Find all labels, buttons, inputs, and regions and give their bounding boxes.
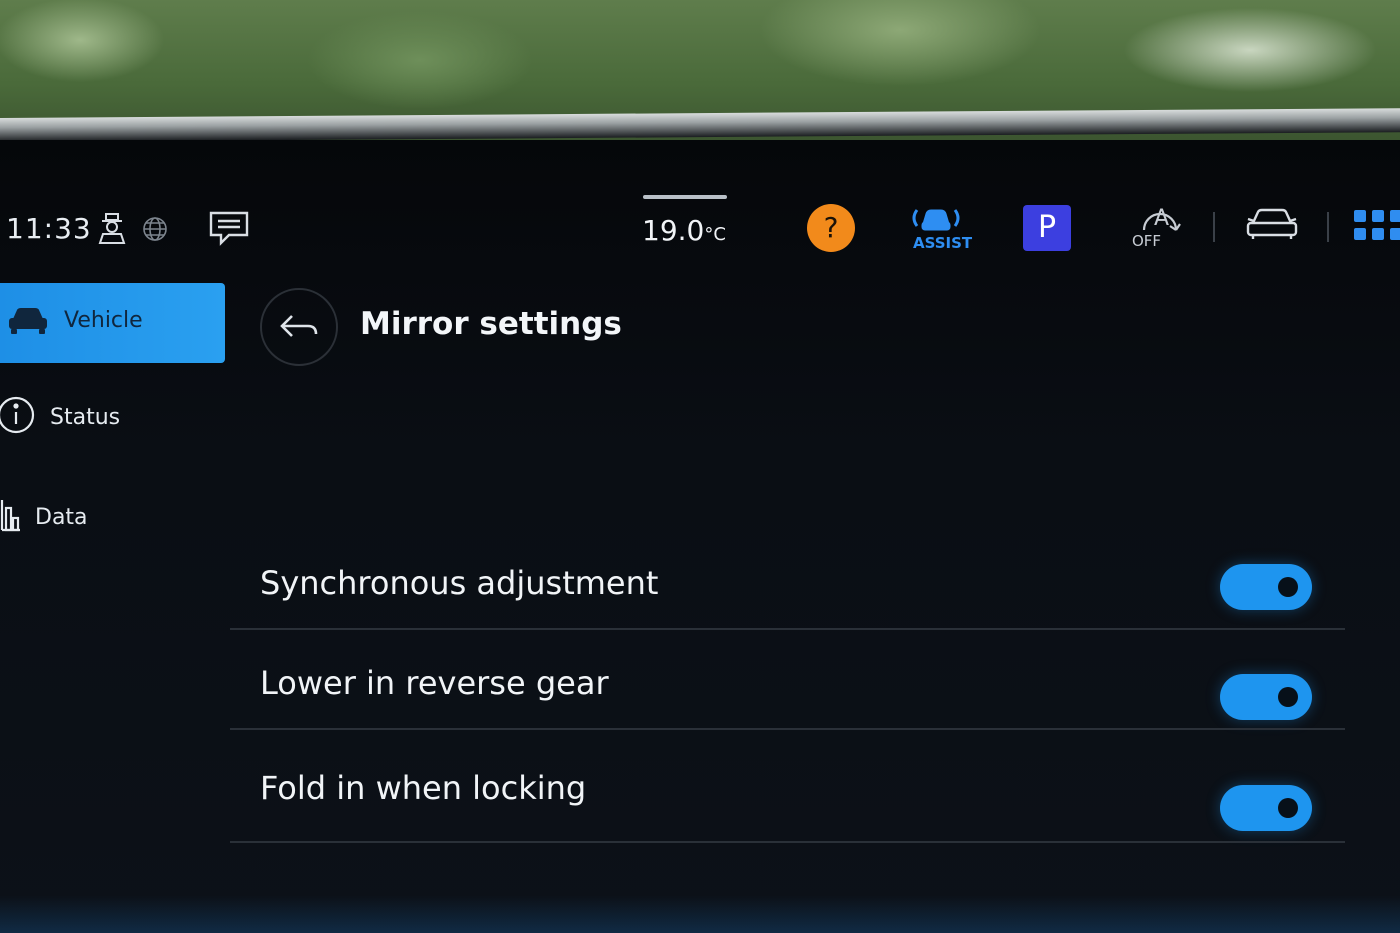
vehicle-shortcut-button[interactable] bbox=[1245, 206, 1299, 246]
row-divider bbox=[230, 841, 1345, 843]
sidebar-item-status[interactable]: Status bbox=[0, 380, 225, 460]
setting-row-synchronous-adjustment[interactable]: Synchronous adjustment bbox=[230, 530, 1345, 630]
screen-bottom-glow bbox=[0, 895, 1400, 933]
back-button[interactable] bbox=[260, 288, 338, 366]
car-icon bbox=[6, 305, 50, 343]
driver-assist-button[interactable]: ASSIST bbox=[908, 204, 972, 254]
message-icon[interactable] bbox=[208, 210, 250, 250]
globe-icon bbox=[142, 216, 168, 246]
car-icon bbox=[1246, 208, 1298, 239]
temperature-value: 19.0 bbox=[642, 214, 705, 247]
status-divider bbox=[1327, 212, 1329, 242]
setting-row-lower-in-reverse-gear[interactable]: Lower in reverse gear bbox=[230, 630, 1345, 730]
sidebar-item-vehicle[interactable]: Vehicle bbox=[0, 283, 225, 363]
status-divider bbox=[1213, 212, 1215, 242]
auto-hold-button[interactable]: A OFF bbox=[1130, 204, 1186, 254]
sidebar-item-label: Status bbox=[50, 405, 121, 430]
sidebar-item-label: Data bbox=[35, 505, 88, 530]
page-title: Mirror settings bbox=[360, 306, 622, 342]
info-icon bbox=[0, 395, 36, 441]
sidebar-item-label: Vehicle bbox=[64, 308, 143, 333]
toggle-knob bbox=[1278, 798, 1298, 818]
setting-label: Fold in when locking bbox=[260, 769, 587, 807]
toggle-knob bbox=[1278, 577, 1298, 597]
toggle-knob bbox=[1278, 687, 1298, 707]
main-panel: Mirror settings Synchronous adjustment L… bbox=[205, 280, 1400, 930]
sidebar-item-data[interactable]: Data bbox=[0, 480, 225, 560]
temperature-unit: °C bbox=[704, 224, 726, 245]
infotainment-screen: 11:33 19.0°C ? ASSIST P A OFF Vehicle St… bbox=[0, 140, 1400, 933]
fold-in-when-locking-toggle[interactable] bbox=[1220, 785, 1312, 831]
synchronous-adjustment-toggle[interactable] bbox=[1220, 564, 1312, 610]
assist-car-icon bbox=[912, 209, 960, 231]
setting-label: Synchronous adjustment bbox=[260, 564, 659, 602]
row-divider bbox=[230, 728, 1345, 730]
status-bar: 11:33 19.0°C ? ASSIST P A OFF bbox=[0, 140, 1400, 270]
sidebar: Vehicle Status Data bbox=[0, 280, 225, 800]
park-assist-button[interactable]: P bbox=[1023, 205, 1071, 251]
lower-in-reverse-gear-toggle[interactable] bbox=[1220, 674, 1312, 720]
auto-hold-letter: A bbox=[1154, 206, 1170, 231]
clock: 11:33 bbox=[6, 212, 92, 245]
user-profile-icon[interactable] bbox=[97, 212, 127, 248]
back-arrow-icon bbox=[280, 315, 318, 337]
help-button[interactable]: ? bbox=[807, 204, 855, 252]
apps-grid-button[interactable] bbox=[1354, 210, 1400, 244]
assist-label: ASSIST bbox=[913, 234, 973, 252]
bar-chart-icon bbox=[0, 498, 22, 538]
drag-handle[interactable] bbox=[643, 195, 727, 199]
temperature-readout[interactable]: 19.0°C bbox=[642, 214, 726, 247]
setting-label: Lower in reverse gear bbox=[260, 664, 609, 702]
auto-hold-state: OFF bbox=[1132, 232, 1162, 250]
setting-row-fold-in-when-locking[interactable]: Fold in when locking bbox=[230, 735, 1345, 843]
